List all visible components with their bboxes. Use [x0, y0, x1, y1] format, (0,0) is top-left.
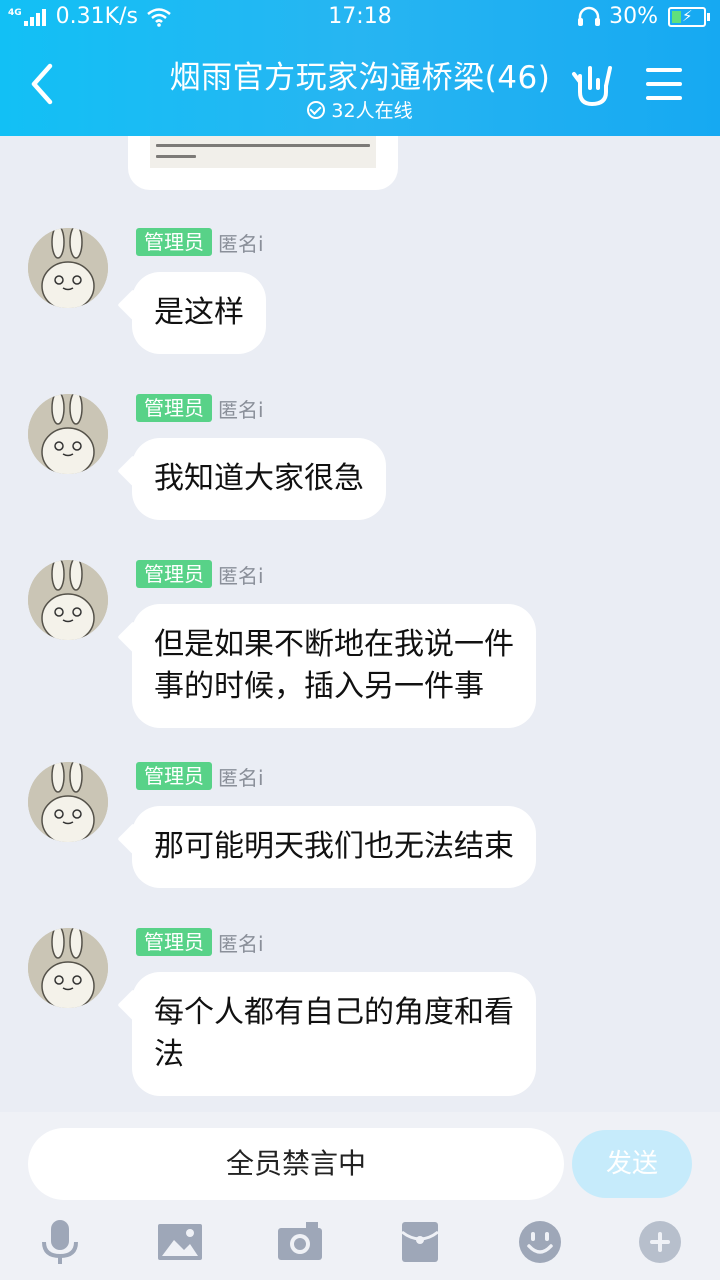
online-check-icon	[307, 100, 326, 119]
message-list[interactable]: 管理员 匿名i 是这样 管理员 匿名i 我知道大家很急 管理员 匿名i 但是如果…	[0, 136, 720, 1112]
sender-name[interactable]: 匿名i	[218, 762, 264, 791]
menu-icon-bar	[646, 68, 682, 72]
message-text: 我知道大家很急	[154, 461, 364, 496]
previous-image-message[interactable]	[128, 136, 398, 190]
bunny-avatar-icon	[28, 928, 108, 1008]
bunny-avatar-icon	[28, 394, 108, 474]
hand-gesture-icon	[572, 66, 612, 107]
avatar[interactable]	[28, 228, 108, 308]
admin-badge: 管理员	[136, 928, 212, 956]
avatar[interactable]	[28, 762, 108, 842]
message-bubble[interactable]: 那可能明天我们也无法结束	[132, 806, 536, 888]
message-bubble[interactable]: 但是如果不断地在我说一件 事的时候，插入另一件事	[132, 604, 536, 728]
avatar[interactable]	[28, 394, 108, 474]
admin-badge: 管理员	[136, 560, 212, 588]
voice-button[interactable]	[36, 1218, 84, 1266]
message-bubble[interactable]: 是这样	[132, 272, 266, 354]
camera-button[interactable]	[276, 1218, 324, 1266]
message-text: 是这样	[154, 295, 244, 330]
muted-input-field: 全员禁言中	[28, 1128, 564, 1200]
headset-icon	[578, 6, 601, 26]
menu-icon-bar	[646, 82, 682, 86]
admin-badge: 管理员	[136, 762, 212, 790]
status-bar: 4G 0.31K/s 17:18 30% ⚡	[0, 0, 720, 38]
menu-icon-bar	[646, 96, 682, 100]
sender-name[interactable]: 匿名i	[218, 928, 264, 957]
more-button[interactable]	[636, 1218, 684, 1266]
group-app-button[interactable]	[570, 62, 616, 110]
input-bar: 全员禁言中 发送	[0, 1112, 720, 1280]
bunny-avatar-icon	[28, 228, 108, 308]
online-count-label: 32人在线	[331, 100, 413, 122]
send-button[interactable]: 发送	[572, 1130, 692, 1198]
message-text: 那可能明天我们也无法结束	[154, 829, 514, 864]
bunny-avatar-icon	[28, 560, 108, 640]
admin-badge: 管理员	[136, 394, 212, 422]
admin-badge: 管理员	[136, 228, 212, 256]
battery-percent: 30%	[609, 4, 658, 29]
photo-button[interactable]	[156, 1218, 204, 1266]
document-image	[150, 136, 376, 168]
image-icon	[158, 1224, 202, 1260]
emoji-button[interactable]	[516, 1218, 564, 1266]
message-bubble[interactable]: 每个人都有自己的角度和看 法	[132, 972, 536, 1096]
message-text: 但是如果不断地在我说一件 事的时候，插入另一件事	[154, 627, 514, 704]
avatar[interactable]	[28, 560, 108, 640]
plus-icon	[639, 1221, 681, 1263]
microphone-icon	[42, 1220, 78, 1264]
message-bubble[interactable]: 我知道大家很急	[132, 438, 386, 520]
chat-header: 4G 0.31K/s 17:18 30% ⚡ 烟雨官方玩家沟通桥梁(46) 32…	[0, 0, 720, 136]
avatar[interactable]	[28, 928, 108, 1008]
red-packet-button[interactable]	[396, 1218, 444, 1266]
bunny-avatar-icon	[28, 762, 108, 842]
camera-icon	[278, 1222, 322, 1260]
sender-name[interactable]: 匿名i	[218, 228, 264, 257]
message-text: 每个人都有自己的角度和看 法	[154, 995, 514, 1072]
menu-button[interactable]	[646, 68, 682, 102]
sender-name[interactable]: 匿名i	[218, 560, 264, 589]
battery-icon: ⚡	[668, 6, 710, 27]
sender-name[interactable]: 匿名i	[218, 394, 264, 423]
red-packet-icon	[401, 1222, 439, 1262]
emoji-icon	[519, 1221, 561, 1263]
